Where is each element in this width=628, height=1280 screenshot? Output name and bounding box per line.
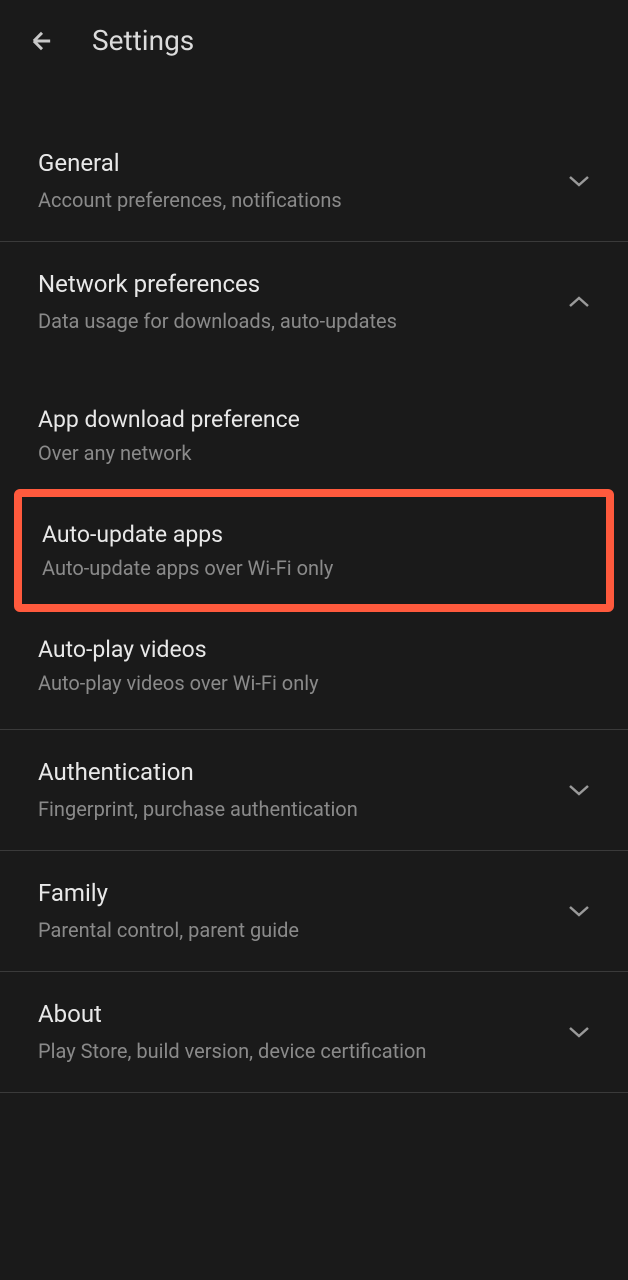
section-network-preferences[interactable]: Network preferences Data usage for downl…: [0, 242, 628, 362]
section-authentication[interactable]: Authentication Fingerprint, purchase aut…: [0, 730, 628, 851]
section-about[interactable]: About Play Store, build version, device …: [0, 972, 628, 1093]
section-text: Network preferences Data usage for downl…: [38, 270, 552, 334]
section-title: Family: [38, 879, 552, 907]
section-subtitle: Parental control, parent guide: [38, 917, 552, 943]
section-subtitle: Account preferences, notifications: [38, 187, 552, 213]
section-subtitle: Data usage for downloads, auto-updates: [38, 308, 552, 334]
sub-item-subtitle: Auto-play videos over Wi-Fi only: [38, 671, 590, 695]
header: Settings: [0, 0, 628, 81]
section-general[interactable]: General Account preferences, notificatio…: [0, 121, 628, 242]
section-title: General: [38, 149, 552, 177]
network-sub-items: App download preference Over any network…: [0, 362, 628, 730]
chevron-down-icon: [568, 170, 590, 192]
section-title: Network preferences: [38, 270, 552, 298]
section-text: Authentication Fingerprint, purchase aut…: [38, 758, 552, 822]
sub-item-auto-play-videos[interactable]: Auto-play videos Auto-play videos over W…: [0, 612, 628, 719]
chevron-down-icon: [568, 779, 590, 801]
section-title: Authentication: [38, 758, 552, 786]
page-title: Settings: [92, 24, 194, 57]
chevron-down-icon: [568, 900, 590, 922]
sub-item-auto-update-apps[interactable]: Auto-update apps Auto-update apps over W…: [14, 489, 614, 612]
sub-item-title: Auto-update apps: [42, 521, 586, 548]
sub-item-title: App download preference: [38, 406, 590, 433]
sub-item-title: Auto-play videos: [38, 636, 590, 663]
sub-item-subtitle: Over any network: [38, 441, 590, 465]
section-subtitle: Play Store, build version, device certif…: [38, 1038, 552, 1064]
chevron-up-icon: [568, 291, 590, 313]
sub-item-subtitle: Auto-update apps over Wi-Fi only: [42, 556, 586, 580]
section-text: Family Parental control, parent guide: [38, 879, 552, 943]
back-arrow-icon[interactable]: [28, 27, 56, 55]
chevron-down-icon: [568, 1021, 590, 1043]
section-text: About Play Store, build version, device …: [38, 1000, 552, 1064]
section-subtitle: Fingerprint, purchase authentication: [38, 796, 552, 822]
section-title: About: [38, 1000, 552, 1028]
settings-list: General Account preferences, notificatio…: [0, 121, 628, 1093]
section-text: General Account preferences, notificatio…: [38, 149, 552, 213]
sub-item-app-download-preference[interactable]: App download preference Over any network: [0, 382, 628, 489]
section-family[interactable]: Family Parental control, parent guide: [0, 851, 628, 972]
